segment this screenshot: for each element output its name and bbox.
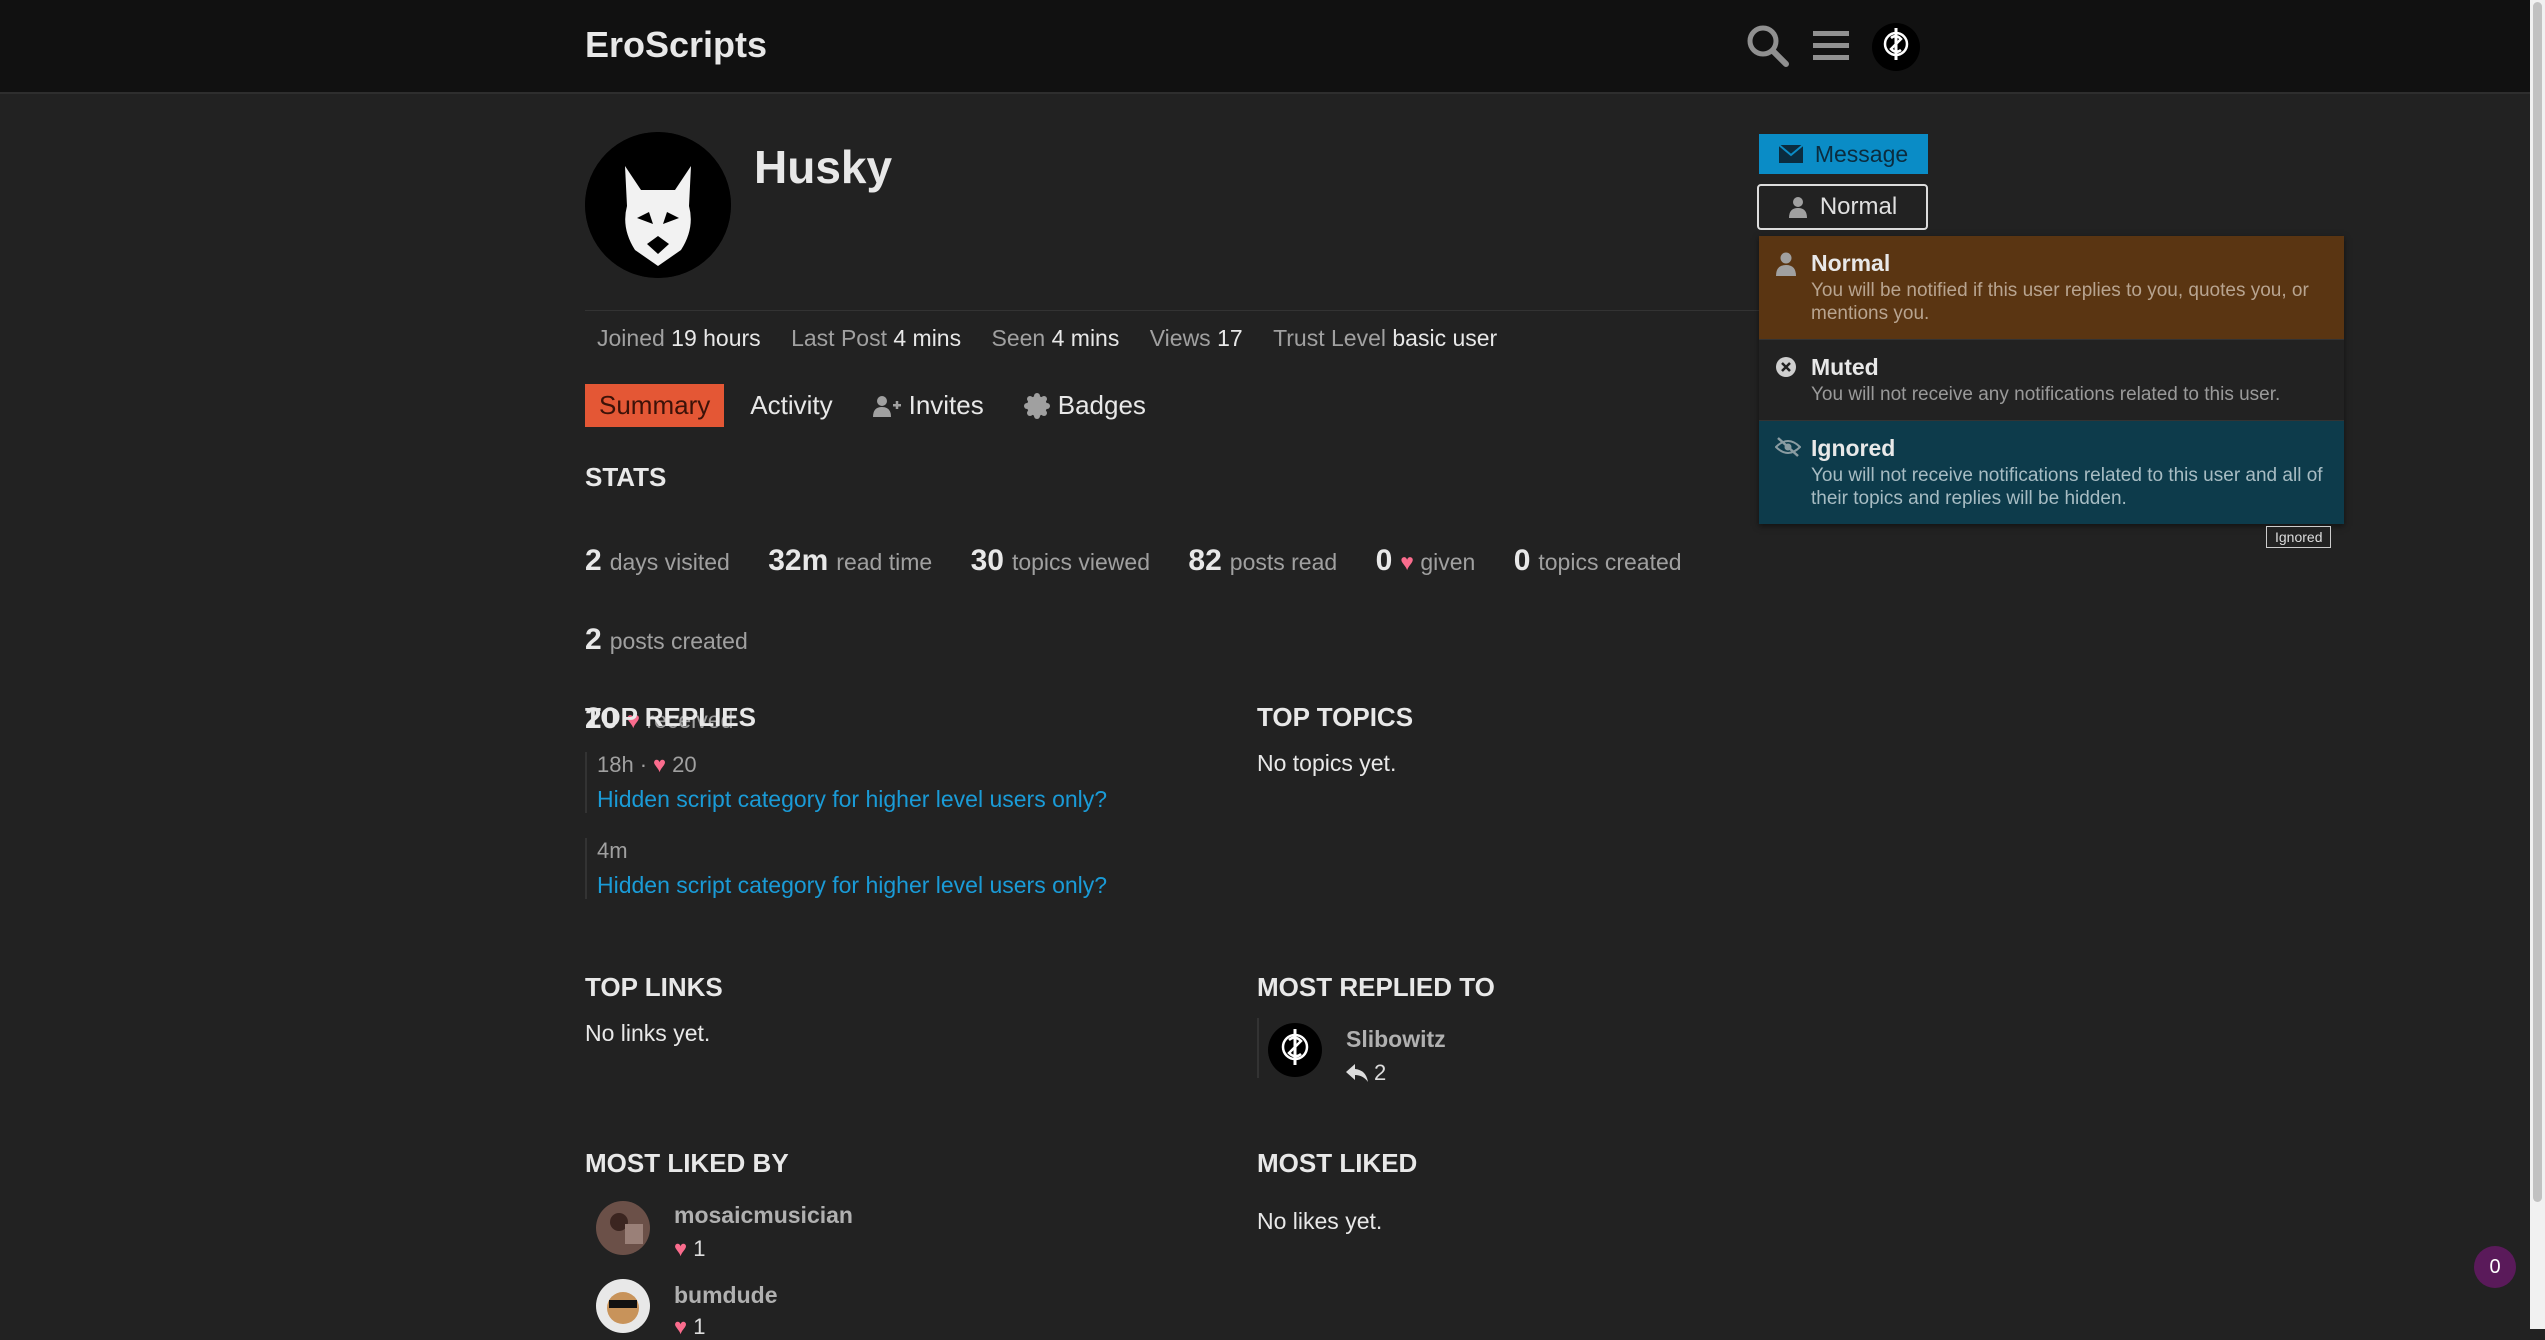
notification-level-dropdown: Normal You will be notified if this user… — [1759, 236, 2344, 524]
tab-badges[interactable]: Badges — [1010, 384, 1160, 427]
reply-likes: 20 — [672, 752, 697, 777]
top-topics-title: TOP TOPICS — [1257, 702, 1414, 732]
reply-item: 18h · ♥ 20 Hidden script category for hi… — [585, 752, 1107, 813]
dropdown-option-title: Normal — [1811, 250, 1891, 276]
dropdown-option-desc: You will not receive any notifications r… — [1811, 384, 2281, 405]
top-links-title: TOP LINKS — [585, 972, 723, 1002]
user-icon — [1788, 197, 1807, 218]
dropdown-option-title: Muted — [1811, 354, 1879, 380]
reply-age: 4m — [597, 838, 628, 863]
liker-count: ♥ 1 — [674, 1314, 706, 1339]
user-icon — [1775, 252, 1797, 281]
tab-activity[interactable]: Activity — [736, 384, 846, 427]
reply-item: 4m Hidden script category for higher lev… — [585, 838, 1107, 899]
stats-title: STATS — [585, 462, 667, 492]
dropdown-option-ignored[interactable]: Ignored You will not receive notificatio… — [1759, 421, 2344, 524]
scrollbar-thumb[interactable] — [2533, 2, 2542, 1202]
envelope-icon — [1778, 145, 1803, 163]
certificate-icon — [1023, 392, 1050, 419]
site-header: EroScripts — [0, 0, 2530, 94]
stat-days-visited: 2 days visited — [585, 544, 730, 577]
meta-joined: Joined 19 hours — [597, 325, 761, 351]
times-circle-icon — [1775, 356, 1797, 383]
dropdown-option-title: Ignored — [1811, 435, 1896, 461]
search-icon[interactable] — [1744, 22, 1790, 73]
heart-icon: ♥ — [653, 752, 667, 777]
liker-avatar[interactable] — [595, 1278, 651, 1339]
most-replied-to-title: MOST REPLIED TO — [1257, 972, 1495, 1002]
liker-avatar[interactable] — [595, 1200, 651, 1261]
site-logo[interactable]: EroScripts — [585, 24, 767, 66]
top-topics-empty: No topics yet. — [1257, 750, 1397, 776]
dropdown-option-muted[interactable]: Muted You will not receive any notificat… — [1759, 340, 2344, 421]
message-button-label: Message — [1814, 140, 1909, 167]
eye-slash-icon — [1774, 437, 1802, 462]
meta-trust-level: Trust Level basic user — [1273, 325, 1498, 351]
meta-last-post: Last Post 4 mins — [791, 325, 962, 351]
most-liked-by-title: MOST LIKED BY — [585, 1148, 789, 1178]
profile-username: Husky — [754, 141, 893, 193]
user-avatar — [585, 132, 731, 278]
replied-user-avatar[interactable] — [1267, 1022, 1323, 1083]
heart-icon: ♥ — [674, 1236, 688, 1261]
stat-read-time: 32m read time — [768, 544, 933, 577]
stat-topics-created: 0 topics created — [1513, 544, 1682, 577]
notification-level-label: Normal — [1819, 193, 1898, 220]
divider — [1257, 1018, 1259, 1078]
tooltip: Ignored — [2266, 526, 2332, 548]
profile-tabs: Summary Activity Invites Badges — [585, 384, 1172, 427]
most-liked-empty: No likes yet. — [1257, 1208, 1383, 1234]
top-replies-title: TOP REPLIES — [585, 702, 756, 732]
reply-icon — [1346, 1064, 1368, 1082]
stat-posts-read: 82 posts read — [1188, 544, 1338, 577]
replied-user-name[interactable]: Slibowitz — [1346, 1026, 1446, 1053]
stat-posts-created: 2 posts created — [585, 623, 748, 656]
reply-separator: · — [639, 752, 648, 777]
heart-icon: ♥ — [674, 1314, 688, 1339]
liker-name[interactable]: mosaicmusician — [674, 1202, 853, 1229]
notification-level-button[interactable]: Normal — [1757, 184, 1928, 230]
top-links-empty: No links yet. — [585, 1020, 711, 1046]
floating-notification-badge[interactable]: 0 — [2474, 1246, 2516, 1288]
user-meta-bar: Joined 19 hours Last Post 4 mins Seen 4 … — [585, 310, 1765, 352]
stat-topics-viewed: 30 topics viewed — [970, 544, 1151, 577]
stat-likes-given: 0 ♥ given — [1375, 544, 1476, 577]
liker-name[interactable]: bumdude — [674, 1282, 778, 1309]
reply-topic-link[interactable]: Hidden script category for higher level … — [597, 786, 1107, 813]
user-plus-icon — [872, 395, 901, 417]
stats-list: 2 days visited 32m read time 30 topics view… — [585, 522, 1885, 759]
dropdown-option-desc: You will be notified if this user replie… — [1811, 280, 2309, 324]
hamburger-menu-icon[interactable] — [1811, 26, 1851, 71]
reply-topic-link[interactable]: Hidden script category for higher level … — [597, 872, 1107, 899]
heart-icon: ♥ — [1400, 549, 1414, 575]
tab-summary[interactable]: Summary — [585, 384, 725, 427]
reply-age: 18h — [597, 752, 634, 777]
tab-invites[interactable]: Invites — [859, 384, 998, 427]
meta-seen: Seen 4 mins — [991, 325, 1120, 351]
liker-count: ♥ 1 — [674, 1236, 706, 1261]
most-liked-title: MOST LIKED — [1257, 1148, 1418, 1178]
dropdown-option-normal[interactable]: Normal You will be notified if this user… — [1759, 236, 2344, 340]
current-user-avatar[interactable] — [1871, 22, 1921, 77]
page-scrollbar[interactable] — [2530, 0, 2545, 1329]
meta-views: Views 17 — [1149, 325, 1243, 351]
message-button[interactable]: Message — [1759, 134, 1928, 174]
reply-count: 2 — [1346, 1060, 1386, 1086]
dropdown-option-desc: You will not receive notifications relat… — [1811, 465, 2323, 509]
